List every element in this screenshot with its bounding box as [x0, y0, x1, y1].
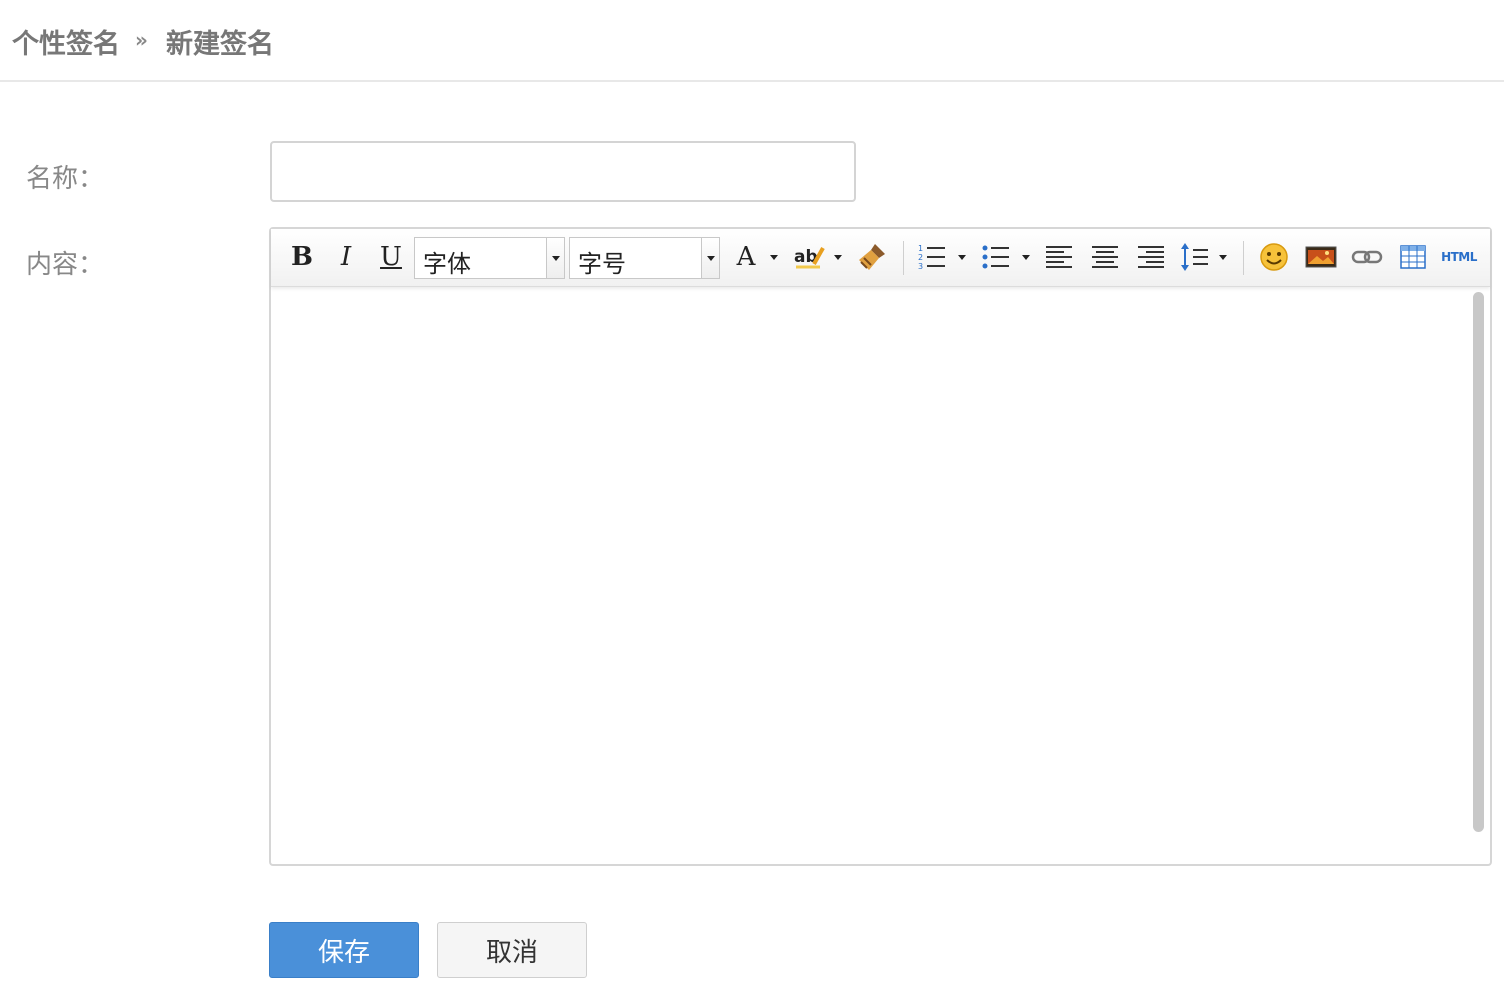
format-painter-button[interactable] — [854, 237, 890, 277]
ordered-list-icon: 1 2 3 — [918, 244, 945, 271]
brush-icon — [859, 244, 885, 270]
font-color-button[interactable]: A — [731, 237, 761, 277]
ordered-list-button[interactable]: 1 2 3 — [916, 237, 948, 277]
editor-toolbar: B I U 字体 字号 A ab 1 2 3 HTML — [271, 229, 1490, 287]
font-family-select[interactable]: 字体 — [414, 237, 565, 279]
align-left-button[interactable] — [1043, 237, 1075, 277]
name-input[interactable] — [270, 141, 856, 202]
save-button[interactable]: 保存 — [269, 922, 419, 978]
cancel-button[interactable]: 取消 — [437, 922, 587, 978]
unordered-list-button[interactable] — [980, 237, 1012, 277]
editor-scrollbar[interactable] — [1473, 292, 1484, 832]
align-center-icon — [1092, 246, 1118, 268]
font-color-dropdown-icon[interactable] — [770, 255, 778, 260]
insert-link-button[interactable] — [1350, 237, 1384, 277]
align-right-button[interactable] — [1135, 237, 1167, 277]
toolbar-separator — [903, 241, 904, 275]
editor-content-area[interactable] — [271, 288, 1466, 864]
font-family-value: 字体 — [423, 250, 471, 278]
italic-button[interactable]: I — [331, 237, 361, 277]
unordered-list-icon — [982, 245, 1009, 269]
font-size-select[interactable]: 字号 — [569, 237, 720, 279]
ordered-list-dropdown-icon[interactable] — [958, 255, 966, 260]
emoticon-button[interactable] — [1257, 237, 1291, 277]
align-center-button[interactable] — [1089, 237, 1121, 277]
highlight-button[interactable]: ab — [791, 237, 827, 277]
svg-text:3: 3 — [918, 262, 923, 271]
name-label: 名称： — [26, 164, 105, 194]
underline-button[interactable]: U — [375, 237, 407, 277]
highlight-dropdown-icon[interactable] — [834, 255, 842, 260]
chevron-down-icon[interactable] — [546, 238, 564, 278]
breadcrumb: 个性签名 » 新建签名 — [0, 0, 1504, 82]
align-left-icon — [1046, 246, 1072, 268]
line-height-button[interactable] — [1179, 237, 1211, 277]
line-height-dropdown-icon[interactable] — [1219, 255, 1227, 260]
chevron-down-icon[interactable] — [701, 238, 719, 278]
bold-button[interactable]: B — [287, 237, 317, 277]
insert-image-button[interactable] — [1304, 237, 1338, 277]
svg-text:1: 1 — [918, 244, 923, 253]
unordered-list-dropdown-icon[interactable] — [1022, 255, 1030, 260]
smiley-icon — [1260, 243, 1288, 271]
breadcrumb-parent-link[interactable]: 个性签名 — [12, 22, 120, 61]
font-size-value: 字号 — [578, 250, 626, 278]
image-icon — [1305, 246, 1337, 268]
highlight-icon: ab — [794, 247, 825, 269]
svg-text:2: 2 — [918, 253, 923, 262]
toolbar-separator — [1243, 241, 1244, 275]
breadcrumb-separator: » — [135, 28, 148, 52]
line-height-icon — [1181, 243, 1208, 271]
breadcrumb-current: 新建签名 — [166, 29, 274, 60]
rich-text-editor: B I U 字体 字号 A ab 1 2 3 HTML — [269, 227, 1492, 866]
insert-table-button[interactable] — [1396, 237, 1430, 277]
table-icon — [1400, 245, 1426, 269]
content-label: 内容： — [26, 250, 105, 280]
html-source-button[interactable]: HTML — [1439, 237, 1479, 277]
link-icon — [1351, 250, 1383, 264]
align-right-icon — [1138, 246, 1164, 268]
